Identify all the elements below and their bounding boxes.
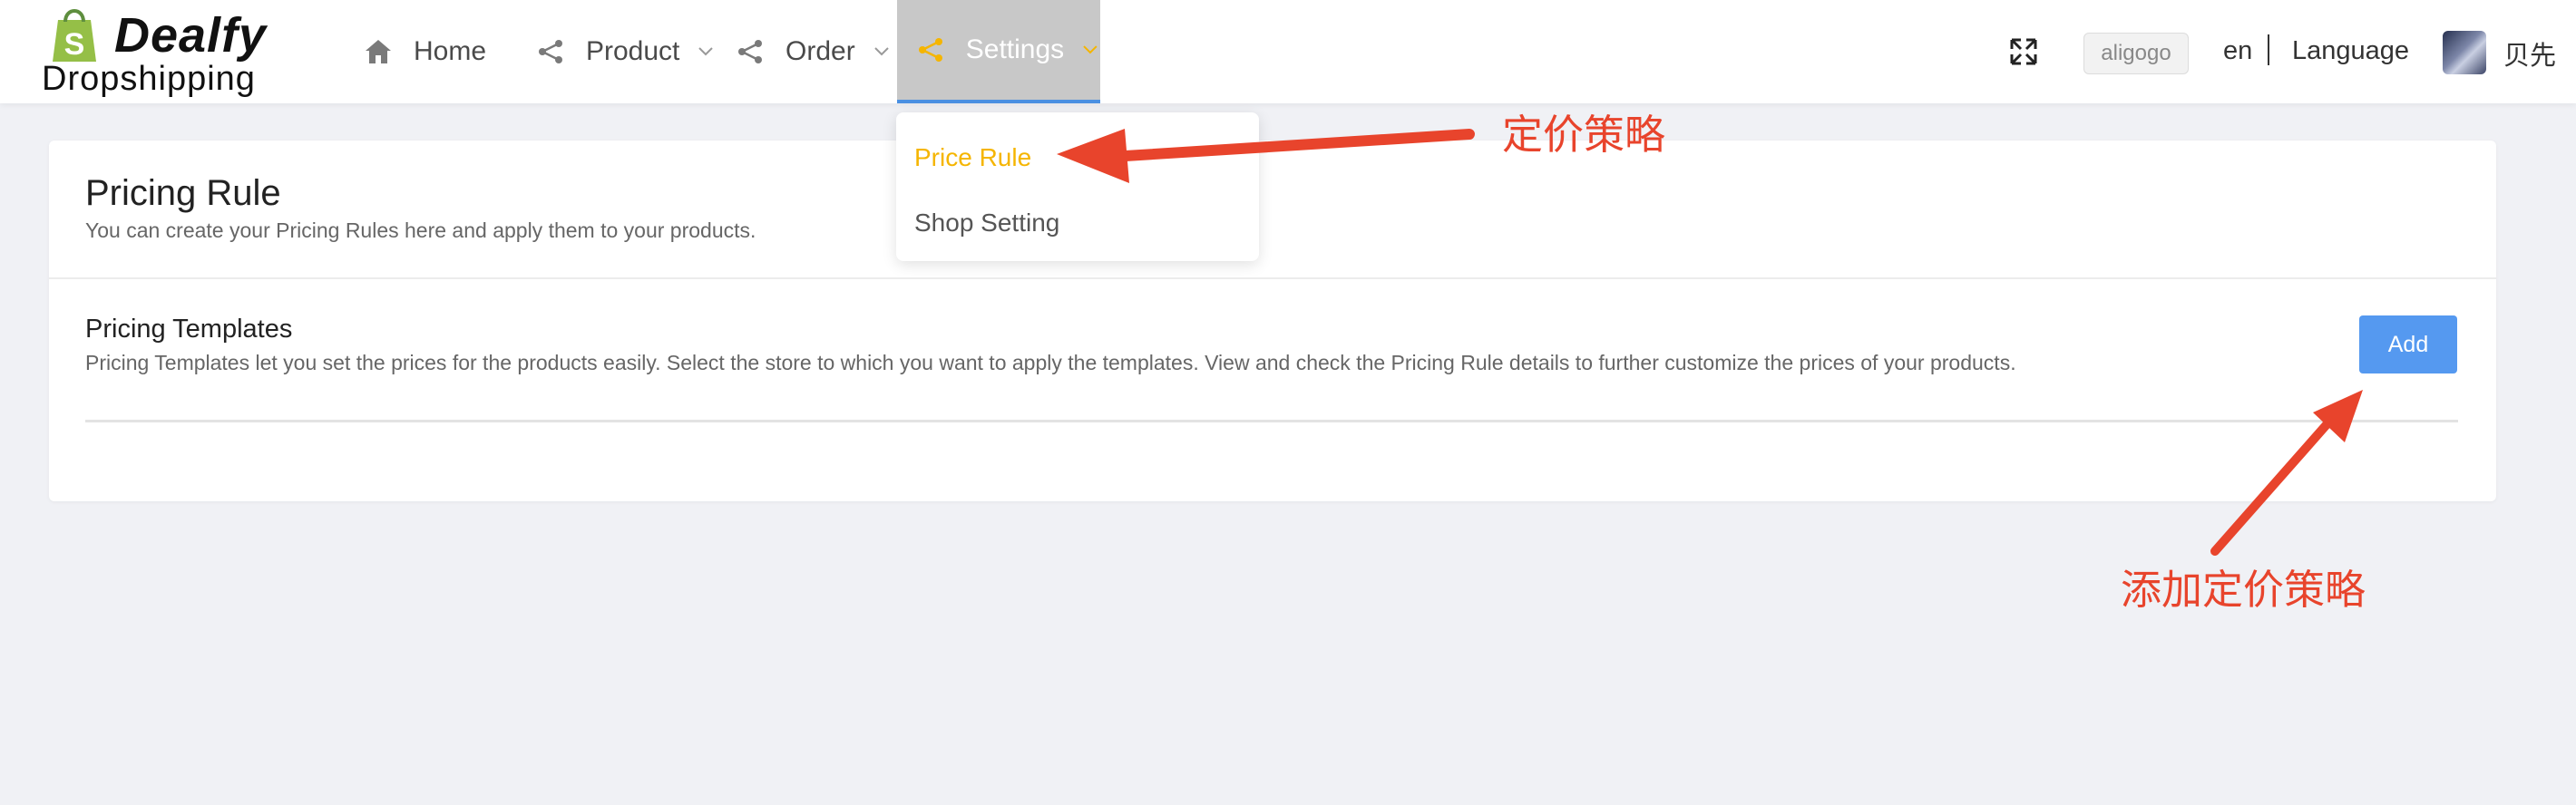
- avatar[interactable]: [2443, 31, 2486, 74]
- shopping-bag-icon: S: [53, 9, 96, 62]
- svg-text:S: S: [64, 27, 85, 62]
- store-tag[interactable]: aligogo: [2083, 33, 2189, 74]
- share-icon: [735, 36, 766, 67]
- fullscreen-icon[interactable]: [2008, 36, 2039, 67]
- brand-logo[interactable]: S Dealfy Dropshipping: [42, 2, 287, 102]
- page-title: Pricing Rule: [85, 173, 281, 213]
- chevron-down-icon: [698, 47, 714, 56]
- chevron-down-icon: [873, 47, 889, 56]
- annotation-add-rule: 添加定价策略: [2121, 566, 2366, 614]
- page-description: You can create your Pricing Rules here a…: [85, 218, 756, 242]
- share-icon: [915, 34, 946, 65]
- nav-label-product: Product: [586, 36, 680, 66]
- section-divider: [49, 277, 2496, 279]
- nav-item-product[interactable]: Product: [535, 0, 716, 103]
- nav-item-home[interactable]: Home: [363, 0, 486, 103]
- nav-item-settings[interactable]: Settings: [897, 0, 1100, 103]
- annotation-price-rule: 定价策略: [1502, 111, 1666, 159]
- home-icon: [363, 36, 394, 67]
- top-header: S Dealfy Dropshipping Home Product Order…: [0, 0, 2576, 103]
- templates-divider: [85, 420, 2458, 422]
- templates-description: Pricing Templates let you set the prices…: [85, 351, 2016, 374]
- add-template-button[interactable]: Add: [2359, 315, 2457, 373]
- user-name[interactable]: 贝先: [2503, 34, 2556, 73]
- chevron-down-icon: [1083, 45, 1098, 54]
- share-icon: [535, 36, 566, 67]
- brand-subtitle: Dropshipping: [42, 60, 256, 98]
- language-code[interactable]: en: [2223, 36, 2252, 66]
- settings-dropdown-menu: Price Rule Shop Setting: [896, 112, 1259, 261]
- language-selector[interactable]: Language: [2292, 36, 2409, 66]
- language-divider: [2268, 34, 2269, 65]
- menu-item-shop-setting[interactable]: Shop Setting: [914, 209, 1059, 238]
- nav-label-settings: Settings: [965, 34, 1065, 64]
- brand-name: Dealfy: [114, 8, 268, 63]
- menu-item-price-rule[interactable]: Price Rule: [914, 143, 1031, 172]
- nav-label-order: Order: [785, 36, 855, 66]
- pricing-rule-card: Pricing Rule You can create your Pricing…: [49, 141, 2496, 501]
- nav-label-home: Home: [414, 36, 487, 66]
- nav-item-order[interactable]: Order: [735, 0, 892, 103]
- templates-title: Pricing Templates: [85, 315, 293, 344]
